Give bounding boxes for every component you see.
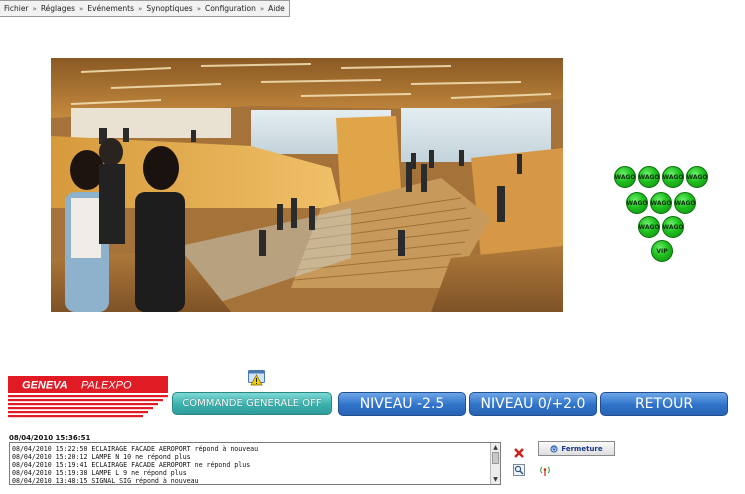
menu-separator: »	[196, 4, 201, 13]
fermeture-button[interactable]: Fermeture	[538, 441, 615, 456]
event-log[interactable]: 08/04/2010 15:22:50 ECLAIRAGE FACADE AER…	[9, 442, 501, 485]
menu-configuration[interactable]: Configuration	[203, 4, 258, 13]
menu-fichier[interactable]: Fichier	[2, 4, 31, 13]
menu-synoptiques[interactable]: Synoptiques	[144, 4, 194, 13]
log-scrollbar[interactable]: ▲ ▼	[490, 443, 500, 484]
synoptic-window: Fichier » Réglages » Evénements » Synopt…	[0, 0, 745, 494]
clear-log-icon[interactable]	[513, 444, 525, 458]
log-line: 08/04/2010 15:22:50 ECLAIRAGE FACADE AER…	[12, 445, 259, 453]
geneva-palexpo-logo: GENEVA PALEXPO	[8, 376, 168, 419]
menu-separator: »	[32, 4, 37, 13]
log-line: 08/04/2010 15:19:41 ECLAIRAGE FACADE AER…	[12, 461, 251, 469]
antenna-icon	[540, 461, 550, 476]
menu-evenements[interactable]: Evénements	[85, 4, 136, 13]
current-datetime: 08/04/2010 15:36:51	[9, 434, 91, 442]
scroll-up-icon[interactable]: ▲	[492, 444, 499, 451]
venue-illustration	[51, 58, 563, 312]
menu-aide[interactable]: Aide	[266, 4, 287, 13]
fermeture-label: Fermeture	[561, 444, 603, 453]
warning-icon[interactable]	[248, 370, 265, 386]
wago-button[interactable]: WAGO	[674, 192, 696, 214]
niveau-0-plus-2-button[interactable]: NIVEAU 0/+2.0	[469, 392, 597, 416]
event-log-lines: 08/04/2010 15:22:50 ECLAIRAGE FACADE AER…	[12, 445, 488, 485]
wago-button[interactable]: WAGO	[626, 192, 648, 214]
logo-text-geneva: GENEVA	[22, 380, 68, 392]
menu-bar: Fichier » Réglages » Evénements » Synopt…	[0, 0, 290, 17]
log-line: 08/04/2010 15:19:38 LAMPE L 9 ne répond …	[12, 469, 187, 477]
wago-controller-cluster: WAGO WAGO WAGO WAGO WAGO WAGO WAGO WAGO …	[614, 166, 714, 266]
scroll-down-icon[interactable]: ▼	[492, 476, 499, 483]
wago-button[interactable]: WAGO	[614, 166, 636, 188]
niveau-minus-2-5-button[interactable]: NIVEAU -2.5	[338, 392, 466, 416]
menu-separator: »	[138, 4, 143, 13]
wago-button[interactable]: WAGO	[638, 216, 660, 238]
wago-button[interactable]: WAGO	[686, 166, 708, 188]
menu-reglages[interactable]: Réglages	[39, 4, 77, 13]
wago-button[interactable]: WAGO	[638, 166, 660, 188]
wago-button[interactable]: WAGO	[662, 216, 684, 238]
log-line: 08/04/2010 13:48:15 SIGNAL SIG répond à …	[12, 477, 199, 485]
zoom-icon[interactable]	[513, 461, 525, 476]
menu-separator: »	[79, 4, 84, 13]
wago-button[interactable]: WAGO	[650, 192, 672, 214]
logo-text-palexpo: PALEXPO	[81, 380, 132, 392]
commande-generale-off-button[interactable]: COMMANDE GENERALE OFF	[172, 392, 332, 415]
power-icon	[550, 444, 558, 453]
scroll-thumb[interactable]	[492, 452, 499, 464]
menu-separator: »	[259, 4, 265, 13]
vip-button[interactable]: VIP	[651, 240, 673, 262]
wago-button[interactable]: WAGO	[662, 166, 684, 188]
log-line: 08/04/2010 15:20:12 LAMPE N 10 ne répond…	[12, 453, 191, 461]
venue-interior-image	[51, 58, 563, 312]
retour-button[interactable]: RETOUR	[600, 392, 728, 416]
